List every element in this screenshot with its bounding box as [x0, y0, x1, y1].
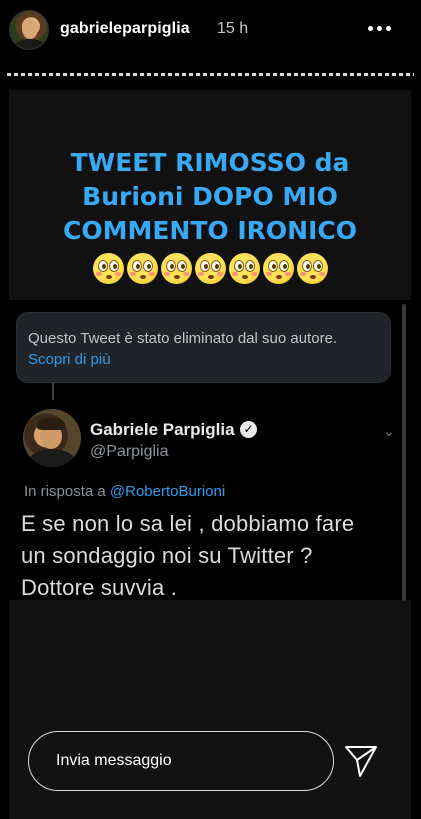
emoji-row: [93, 253, 328, 284]
caption-line: Burioni DOPO MIO: [82, 182, 338, 211]
username[interactable]: gabrieleparpiglia: [60, 20, 190, 38]
story-header: gabrieleparpiglia 15 h: [0, 0, 421, 62]
story-content: TWEET RIMOSSO da Burioni DOPO MIO COMMEN…: [9, 90, 411, 819]
avatar-shirt: [14, 39, 46, 49]
flushed-face-icon: [229, 253, 260, 284]
reply-mention: @RobertoBurioni: [109, 483, 226, 500]
deleted-tweet-text: Questo Tweet è stato eliminato dal suo a…: [28, 328, 380, 370]
avatar-face: [22, 19, 38, 39]
flushed-face-icon: [161, 253, 192, 284]
caption-line: TWEET RIMOSSO da: [70, 148, 350, 177]
flushed-face-icon: [127, 253, 158, 284]
tweet-author-handle: @Parpiglia: [90, 443, 169, 460]
chevron-down-icon: ⌄: [383, 423, 395, 439]
flushed-face-icon: [297, 253, 328, 284]
profile-avatar[interactable]: [9, 10, 49, 50]
more-options-icon[interactable]: [368, 18, 398, 38]
flushed-face-icon: [195, 253, 226, 284]
tweet-line: Dottore suvvia .: [21, 575, 178, 600]
learn-more-link: Scopri di più: [28, 351, 111, 368]
thread-connector: [52, 383, 54, 400]
time-ago: 15 h: [217, 20, 249, 37]
caption-line: COMMENTO IRONICO: [63, 216, 357, 245]
send-message-input[interactable]: Invia messaggio: [28, 731, 334, 791]
deleted-notice-label: Questo Tweet è stato eliminato dal suo a…: [28, 330, 338, 347]
tweet-text: E se non lo sa lei , dobbiamo fare un so…: [21, 508, 396, 604]
send-icon[interactable]: [343, 743, 379, 779]
flushed-face-icon: [263, 253, 294, 284]
scrollbar: [402, 304, 406, 601]
verified-badge-icon: ✓: [240, 421, 257, 438]
tweet-line: E se non lo sa lei , dobbiamo fare: [21, 511, 355, 536]
reply-prefix: In risposta a: [24, 483, 106, 500]
tweet-line: un sondaggio noi su Twitter ?: [21, 543, 313, 568]
reply-context: In risposta a @RobertoBurioni: [24, 483, 225, 500]
story-progress-bar: [7, 73, 414, 76]
flushed-face-icon: [93, 253, 124, 284]
tweet-author-avatar: [23, 409, 81, 467]
story-caption: TWEET RIMOSSO da Burioni DOPO MIO COMMEN…: [9, 146, 411, 248]
tweet-author-name: Gabriele Parpiglia: [90, 420, 235, 439]
